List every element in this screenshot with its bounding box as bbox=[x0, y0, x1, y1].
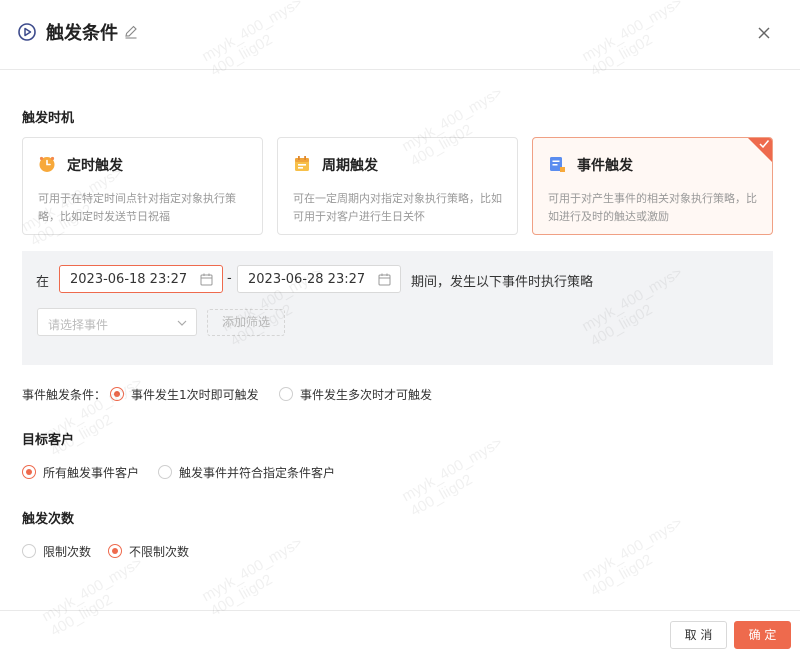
radio-label: 限制次数 bbox=[43, 545, 92, 559]
document-icon bbox=[550, 157, 565, 172]
radio-label: 事件发生1次时即可触发 bbox=[131, 388, 259, 402]
radio-circle bbox=[22, 465, 36, 479]
card-title: 周期触发 bbox=[322, 158, 378, 174]
radio-label: 事件发生多次时才可触发 bbox=[300, 388, 433, 402]
dialog-header: 触发条件 bbox=[0, 0, 800, 70]
radio-label: 所有触发事件客户 bbox=[43, 466, 140, 480]
radio-unlimited-times[interactable]: 不限制次数 bbox=[108, 543, 198, 559]
radio-circle bbox=[158, 465, 172, 479]
radio-circle bbox=[110, 387, 124, 401]
watermark: myyk_400_mys> 400_liig02 bbox=[199, 534, 306, 620]
radio-trigger-once[interactable]: 事件发生1次时即可触发 bbox=[110, 386, 270, 402]
calendar-icon bbox=[295, 156, 309, 171]
dialog-title: 触发条件 bbox=[46, 23, 118, 44]
card-description: 可用于对产生事件的相关对象执行策略，比如进行及时的触达或激励 bbox=[548, 192, 757, 223]
card-scheduled-trigger[interactable]: 定时触发 可用于在特定时间点针对指定对象执行策略，比如定时发送节日祝福 bbox=[22, 137, 263, 235]
radio-circle bbox=[22, 544, 36, 558]
close-icon[interactable] bbox=[757, 26, 771, 40]
play-circle-icon bbox=[18, 23, 36, 41]
clock-icon bbox=[39, 156, 55, 172]
event-select-placeholder: 请选择事件 bbox=[48, 318, 109, 332]
radio-conditional-customers[interactable]: 触发事件并符合指定条件客户 bbox=[158, 464, 348, 480]
start-date-picker[interactable]: 2023-06-18 23:27 bbox=[59, 265, 223, 293]
radio-label: 触发事件并符合指定条件客户 bbox=[179, 466, 336, 480]
card-title: 事件触发 bbox=[577, 158, 633, 174]
target-customer-label: 目标客户 bbox=[22, 433, 75, 448]
watermark: myyk_400_mys> 400_liig02 bbox=[579, 514, 686, 600]
end-date-picker[interactable]: 2023-06-28 23:27 bbox=[237, 265, 401, 293]
period-suffix: 期间，发生以下事件时执行策略 bbox=[411, 275, 594, 290]
radio-all-customers[interactable]: 所有触发事件客户 bbox=[22, 464, 147, 480]
event-condition-label: 事件触发条件： bbox=[22, 388, 107, 402]
card-event-trigger[interactable]: 事件触发 可用于对产生事件的相关对象执行策略，比如进行及时的触达或激励 bbox=[532, 137, 773, 235]
pencil-icon[interactable] bbox=[124, 25, 138, 39]
trigger-times-label: 触发次数 bbox=[22, 512, 75, 527]
event-select[interactable]: 请选择事件 bbox=[37, 308, 197, 336]
start-date-value: 2023-06-18 23:27 bbox=[70, 272, 188, 287]
card-description: 可用于在特定时间点针对指定对象执行策略，比如定时发送节日祝福 bbox=[38, 192, 236, 223]
radio-limit-times[interactable]: 限制次数 bbox=[22, 543, 97, 559]
end-date-value: 2023-06-28 23:27 bbox=[248, 272, 366, 287]
confirm-button[interactable]: 确 定 bbox=[734, 621, 791, 649]
card-periodic-trigger[interactable]: 周期触发 可在一定周期内对指定对象执行策略，比如可用于对客户进行生日关怀 bbox=[277, 137, 518, 235]
checkmark-icon bbox=[759, 140, 770, 149]
trigger-time-label: 触发时机 bbox=[22, 111, 75, 126]
period-prefix: 在 bbox=[36, 275, 50, 290]
radio-circle bbox=[279, 387, 293, 401]
calendar-icon bbox=[200, 273, 213, 286]
radio-circle bbox=[108, 544, 122, 558]
watermark: myyk_400_mys> 400_liig02 bbox=[399, 434, 506, 520]
cancel-button[interactable]: 取 消 bbox=[670, 621, 727, 649]
radio-trigger-multiple[interactable]: 事件发生多次时才可触发 bbox=[279, 386, 444, 402]
add-filter-button[interactable]: 添加筛选 bbox=[207, 309, 285, 336]
chevron-down-icon bbox=[177, 320, 187, 326]
radio-label: 不限制次数 bbox=[129, 545, 190, 559]
card-description: 可在一定周期内对指定对象执行策略，比如可用于对客户进行生日关怀 bbox=[293, 192, 502, 223]
card-title: 定时触发 bbox=[67, 158, 123, 174]
calendar-icon bbox=[378, 273, 391, 286]
date-separator: - bbox=[227, 271, 232, 286]
